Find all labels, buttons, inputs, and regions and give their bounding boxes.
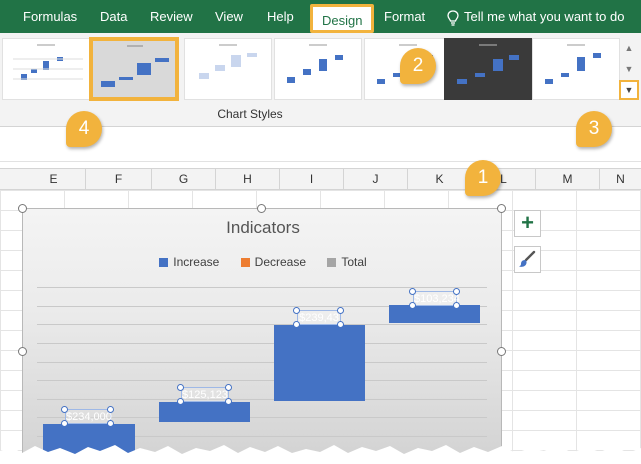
tab-view[interactable]: View: [215, 0, 243, 33]
column-header-g[interactable]: G: [152, 169, 216, 190]
chart-resize-handle[interactable]: [18, 204, 27, 213]
chart-style-thumb-4[interactable]: [274, 38, 362, 100]
tab-format[interactable]: Format: [384, 0, 425, 33]
label-handle[interactable]: [61, 406, 68, 413]
gridline: [37, 324, 487, 325]
data-label-3[interactable]: $239,43: [297, 310, 341, 325]
label-handle[interactable]: [177, 384, 184, 391]
column-header-m[interactable]: M: [536, 169, 600, 190]
column-header-j[interactable]: J: [344, 169, 408, 190]
chart-legend[interactable]: Increase Decrease Total: [23, 255, 501, 269]
gallery-scroll: ▲ ▼ ▼: [619, 38, 639, 102]
callout-3: 3: [576, 111, 612, 147]
gridline: [37, 399, 487, 400]
bar-3[interactable]: [274, 325, 365, 401]
legend-label: Increase: [173, 255, 220, 269]
tab-review[interactable]: Review: [150, 0, 193, 33]
legend-label: Decrease: [254, 255, 307, 269]
label-handle[interactable]: [453, 302, 460, 309]
chart-title[interactable]: Indicators: [23, 218, 501, 238]
gridline: [37, 362, 487, 363]
chart-resize-handle[interactable]: [497, 204, 506, 213]
tab-design[interactable]: Design: [310, 4, 375, 33]
label-handle[interactable]: [409, 288, 416, 295]
legend-swatch: [327, 258, 337, 267]
label-handle[interactable]: [61, 420, 68, 427]
column-header-k[interactable]: K: [408, 169, 472, 190]
label-handle[interactable]: [293, 321, 300, 328]
chart-style-preview: [545, 44, 601, 84]
callout-2: 2: [400, 48, 436, 84]
callout-4: 4: [66, 111, 102, 147]
chart-style-preview: [101, 45, 169, 87]
plus-icon: +: [521, 210, 534, 235]
chart-style-thumb-2-selected[interactable]: [89, 37, 179, 101]
paintbrush-icon: [519, 250, 536, 267]
torn-edge: [0, 445, 641, 464]
gallery-up-icon[interactable]: ▲: [619, 38, 639, 59]
tab-data[interactable]: Data: [100, 0, 127, 33]
gridline: [37, 287, 487, 288]
gallery-down-icon[interactable]: ▼: [619, 59, 639, 80]
data-label-4[interactable]: $103,234: [413, 291, 460, 306]
chart-style-preview: [13, 44, 83, 80]
column-header-h[interactable]: H: [216, 169, 280, 190]
label-handle[interactable]: [293, 307, 300, 314]
lightbulb-icon: [447, 9, 459, 26]
chart-resize-handle[interactable]: [257, 204, 266, 213]
chart-style-thumb-3[interactable]: [184, 38, 272, 100]
callout-1: 1: [465, 160, 501, 196]
label-handle[interactable]: [225, 384, 232, 391]
column-header-i[interactable]: I: [280, 169, 344, 190]
bar-4[interactable]: [389, 305, 480, 323]
label-handle[interactable]: [225, 398, 232, 405]
label-handle[interactable]: [409, 302, 416, 309]
column-header-f[interactable]: F: [86, 169, 152, 190]
ribbon-tab-bar: Formulas Data Review View Help Design Fo…: [0, 0, 641, 33]
chart-style-preview: [457, 44, 519, 84]
chart-elements-button[interactable]: +: [514, 210, 541, 237]
data-label-1[interactable]: $234,000: [65, 409, 112, 424]
legend-swatch: [240, 258, 250, 267]
tell-me-search[interactable]: Tell me what you want to do: [447, 0, 624, 33]
tell-me-text: Tell me what you want to do: [464, 9, 625, 24]
data-label-2[interactable]: $125,123: [181, 387, 229, 402]
chart-style-preview: [199, 44, 257, 79]
tab-formulas[interactable]: Formulas: [23, 0, 77, 33]
column-headers: E F G H I J K L M N: [0, 168, 641, 190]
tab-help[interactable]: Help: [267, 0, 294, 33]
label-handle[interactable]: [107, 406, 114, 413]
chart-style-thumb-7[interactable]: [532, 38, 620, 100]
legend-label: Total: [341, 255, 367, 269]
bar-2[interactable]: [159, 402, 250, 422]
label-handle[interactable]: [337, 321, 344, 328]
gallery-more-dropdown-icon[interactable]: ▼: [619, 80, 639, 100]
column-header-e[interactable]: E: [22, 169, 86, 190]
chart-resize-handle[interactable]: [18, 347, 27, 356]
chart-style-preview: [287, 44, 343, 83]
gridline: [37, 343, 487, 344]
chart-style-thumb-6[interactable]: [444, 38, 532, 100]
ribbon-body: ▲ ▼ ▼ Chart Styles: [0, 33, 641, 127]
legend-swatch: [159, 258, 169, 267]
legend-item-decrease: Decrease: [240, 255, 307, 269]
label-handle[interactable]: [337, 307, 344, 314]
chart-styles-gallery: [0, 37, 620, 102]
legend-item-increase: Increase: [159, 255, 219, 269]
label-handle[interactable]: [107, 420, 114, 427]
legend-item-total: Total: [327, 255, 367, 269]
waterfall-chart[interactable]: Indicators Increase Decrease Total $234,…: [22, 208, 502, 464]
column-header-n[interactable]: N: [600, 169, 641, 190]
label-handle[interactable]: [177, 398, 184, 405]
chart-style-thumb-1[interactable]: [2, 38, 90, 100]
gridline: [37, 380, 487, 381]
chart-styles-button[interactable]: [514, 246, 541, 273]
label-handle[interactable]: [453, 288, 460, 295]
chart-resize-handle[interactable]: [497, 347, 506, 356]
